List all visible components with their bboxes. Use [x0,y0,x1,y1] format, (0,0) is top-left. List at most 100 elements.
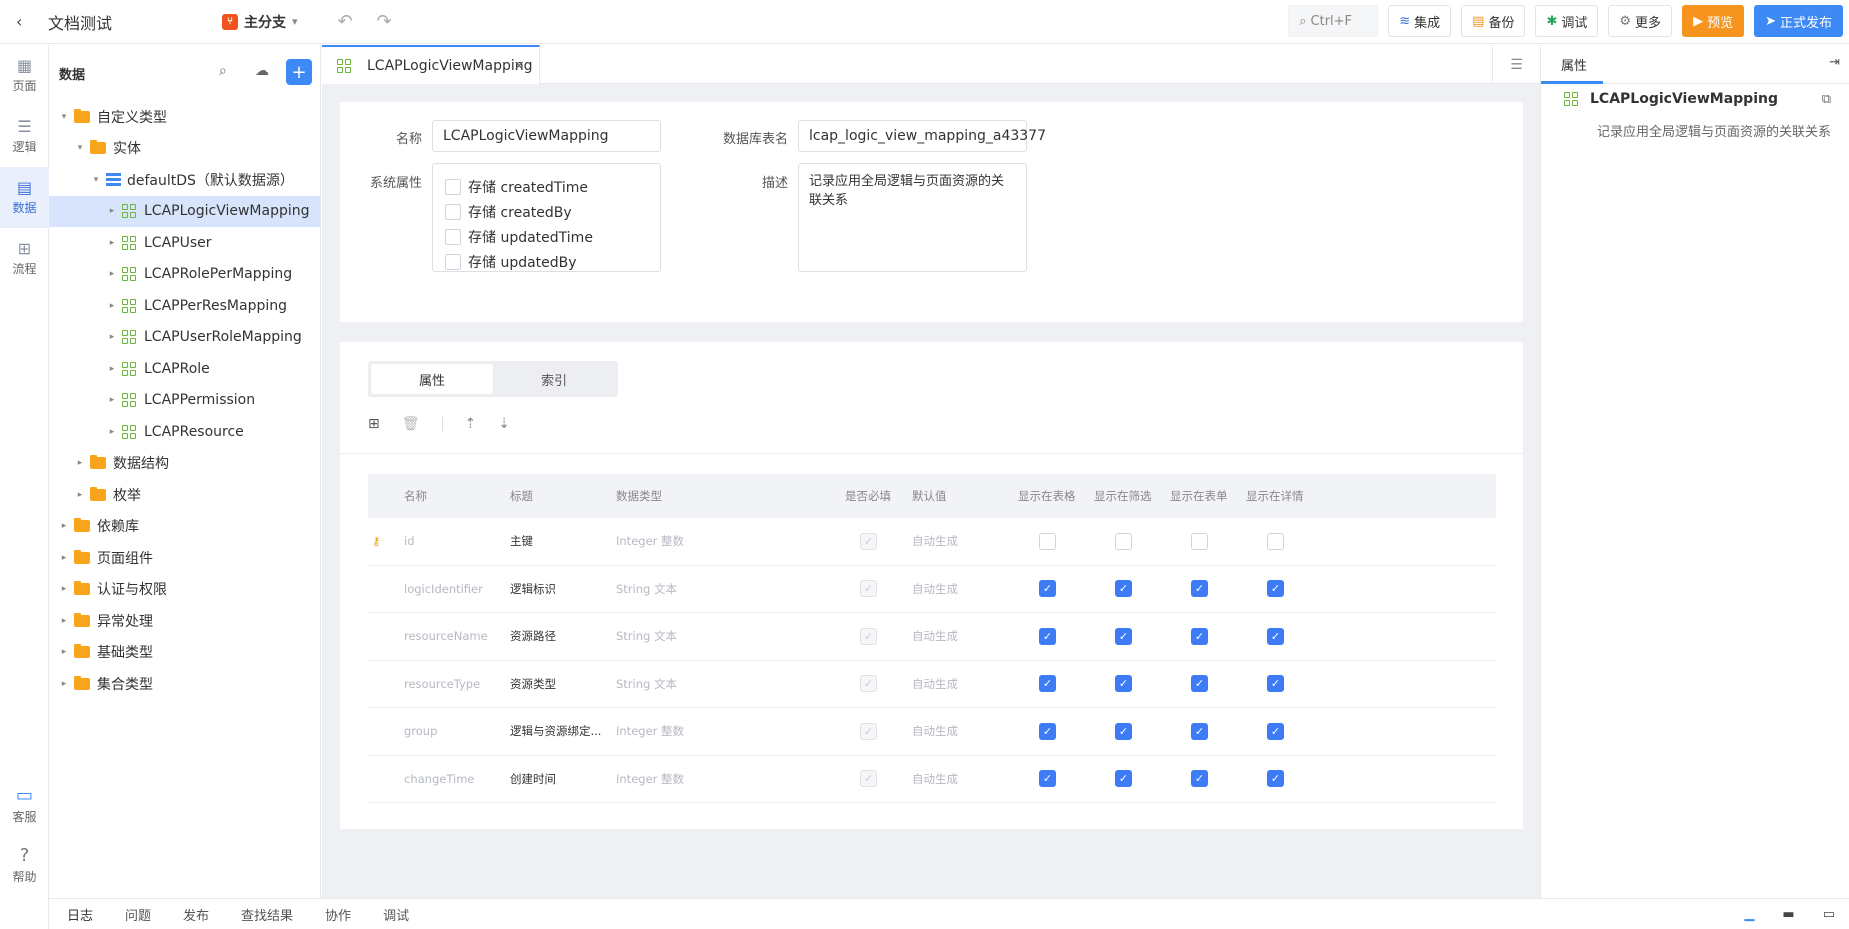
show-checkbox[interactable]: ✓ [1191,580,1208,598]
cloud-icon[interactable]: ☁ [255,63,269,79]
name-input[interactable]: LCAPLogicViewMapping [432,120,661,152]
show-checkbox[interactable]: ✓ [1191,627,1208,645]
tab-debug[interactable]: 调试 [383,905,409,924]
search-icon[interactable]: ⌕ [219,63,227,79]
show-checkbox[interactable]: ✓ [1115,722,1132,740]
caret-right-icon[interactable]: ▸ [105,332,119,342]
show-checkbox[interactable]: ✓ [1191,675,1208,693]
rail-item-page[interactable]: ▦ 页面 [0,45,49,106]
caret-right-icon[interactable]: ▸ [57,521,71,531]
properties-tab[interactable]: 属性 ⇥ [1541,45,1849,84]
checkbox[interactable] [445,228,461,245]
back-arrow-icon[interactable]: ‹ [16,12,36,31]
search-button[interactable]: ⌕ Ctrl+F [1288,5,1379,37]
branch-selector[interactable]: ⑂ 主分支 ▾ [222,12,298,32]
integration-button[interactable]: ≋ 集成 [1388,5,1452,37]
show-checkbox[interactable]: ✓ [1115,580,1132,598]
checkbox[interactable] [445,253,461,270]
caret-right-icon[interactable]: ▸ [57,647,71,657]
table-row[interactable]: resourceName 资源路径 String 文本 ✓ 自动生成 ✓ ✓ ✓ ✓ [368,613,1496,661]
show-checkbox[interactable]: ✓ [1115,675,1132,693]
tree-item[interactable]: ▸ 认证与权限 [49,574,320,606]
undo-icon[interactable]: ↶ [338,11,353,32]
show-checkbox[interactable]: ✓ [1191,770,1208,788]
caret-right-icon[interactable]: ▸ [105,206,119,216]
caret-right-icon[interactable]: ▸ [57,553,71,563]
backup-button[interactable]: ▤ 备份 [1461,5,1526,37]
rail-item-help[interactable]: ? 帮助 [0,845,49,885]
tab-find-results[interactable]: 查找结果 [241,905,293,924]
rail-item-service[interactable]: ▭ 客服 [0,785,49,825]
store-createdby-checkbox[interactable]: 存储 createdBy [445,199,648,224]
caret-right-icon[interactable]: ▸ [105,364,119,374]
tree-item[interactable]: ▾ 实体 [49,133,320,165]
show-checkbox[interactable] [1191,532,1208,550]
table-row[interactable]: logicIdentifier 逻辑标识 String 文本 ✓ 自动生成 ✓ ✓ ✓ ✓ [368,566,1496,613]
close-icon[interactable]: × [513,58,525,74]
table-row[interactable]: group 逻辑与资源绑定... Integer 整数 ✓ 自动生成 ✓ ✓ ✓ ✓ [368,708,1496,756]
show-checkbox[interactable]: ✓ [1039,675,1056,693]
store-updatedtime-checkbox[interactable]: 存储 updatedTime [445,224,648,249]
checkbox[interactable] [445,203,461,220]
caret-right-icon[interactable]: ▸ [57,584,71,594]
publish-button[interactable]: ➤ 正式发布 [1754,5,1843,37]
table-row[interactable]: changeTime 创建时间 Integer 整数 ✓ 自动生成 ✓ ✓ ✓ ✓ [368,756,1496,803]
tree-item[interactable]: ▸ 数据结构 [49,448,320,480]
tree-item[interactable]: ▸ LCAPPerResMapping [49,290,320,322]
table-name-input[interactable]: lcap_logic_view_mapping_a43377 [798,120,1046,152]
tab-collaboration[interactable]: 协作 [325,905,351,924]
list-icon[interactable]: ☰ [1492,45,1540,84]
table-row[interactable]: ⚷ id 主键 Integer 整数 ✓ 自动生成 [368,518,1496,566]
caret-down-icon[interactable]: ▾ [73,143,87,153]
caret-right-icon[interactable]: ▸ [105,238,119,248]
tree-item[interactable]: ▸ LCAPRole [49,353,320,385]
table-row[interactable]: resourceType 资源类型 String 文本 ✓ 自动生成 ✓ ✓ ✓ ✓ [368,661,1496,708]
tree-item[interactable]: ▸ LCAPUser [49,227,320,259]
tree-item[interactable]: ▸ 页面组件 [49,542,320,574]
tree-item[interactable]: ▸ 基础类型 [49,637,320,669]
show-checkbox[interactable]: ✓ [1267,770,1284,788]
caret-right-icon[interactable]: ▸ [105,301,119,311]
tab-attributes[interactable]: 属性 [371,364,493,394]
tree-item[interactable]: ▸ 依赖库 [49,511,320,543]
store-updatedby-checkbox[interactable]: 存储 updatedBy [445,249,648,274]
caret-right-icon[interactable]: ▸ [105,269,119,279]
add-button[interactable]: + [286,59,312,85]
caret-down-icon[interactable]: ▾ [89,175,103,185]
layout-split-icon[interactable]: ▬ [1782,907,1794,922]
layout-full-icon[interactable]: ▭ [1823,907,1835,922]
caret-right-icon[interactable]: ▸ [105,427,119,437]
debug-button[interactable]: ✱ 调试 [1535,5,1599,37]
tree-item[interactable]: ▸ 枚举 [49,479,320,511]
show-checkbox[interactable]: ✓ [1039,627,1056,645]
redo-icon[interactable]: ↷ [377,11,392,32]
show-checkbox[interactable]: ✓ [1267,580,1284,598]
caret-right-icon[interactable]: ▸ [57,679,71,689]
show-checkbox[interactable] [1115,532,1132,550]
tree-item[interactable]: ▸ LCAPRolePerMapping [49,259,320,291]
tab-indexes[interactable]: 索引 [493,364,615,394]
rail-item-data[interactable]: ▤ 数据 [0,167,49,228]
show-checkbox[interactable]: ✓ [1267,675,1284,693]
copy-icon[interactable]: ⧉ [1822,92,1831,107]
move-up-icon[interactable]: ⇡ [465,416,477,432]
tree-item[interactable]: ▾ defaultDS（默认数据源） [49,164,320,196]
show-checkbox[interactable]: ✓ [1267,722,1284,740]
caret-down-icon[interactable]: ▾ [57,112,71,122]
caret-right-icon[interactable]: ▸ [73,458,87,468]
description-textarea[interactable]: 记录应用全局逻辑与页面资源的关联关系 [798,163,1027,272]
show-checkbox[interactable] [1039,532,1056,550]
show-checkbox[interactable]: ✓ [1039,770,1056,788]
caret-right-icon[interactable]: ▸ [73,490,87,500]
tab-log[interactable]: 日志 [67,905,93,924]
tab-issues[interactable]: 问题 [125,905,151,924]
tree-item[interactable]: ▸ 集合类型 [49,668,320,700]
tree-item[interactable]: ▾ 自定义类型 [49,101,320,133]
preview-button[interactable]: ▶ 预览 [1682,5,1745,37]
add-field-icon[interactable]: ⊞ [368,416,380,432]
show-checkbox[interactable]: ✓ [1039,722,1056,740]
tree-item[interactable]: ▸ LCAPResource [49,416,320,448]
show-checkbox[interactable]: ✓ [1039,580,1056,598]
show-checkbox[interactable]: ✓ [1191,722,1208,740]
more-button[interactable]: ⚙ 更多 [1608,5,1673,37]
